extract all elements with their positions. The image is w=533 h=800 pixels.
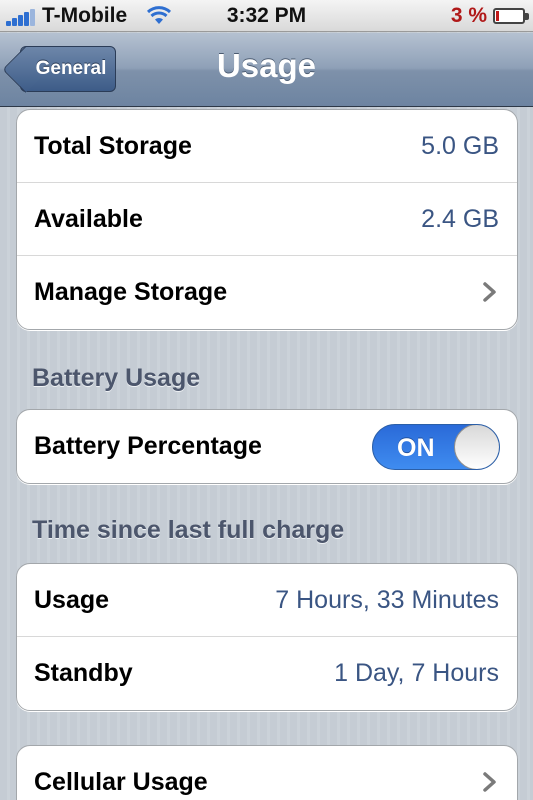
battery-icon xyxy=(493,8,529,24)
usage-value: 7 Hours, 33 Minutes xyxy=(275,586,499,614)
page-title: Usage xyxy=(216,47,317,84)
status-bar: T-Mobile 3:32 PM 3 % xyxy=(0,0,533,32)
cellular-usage-label: Cellular Usage xyxy=(34,768,208,796)
available-label: Available xyxy=(34,205,143,233)
standby-value: 1 Day, 7 Hours xyxy=(334,659,499,687)
battery-percentage: 3 % xyxy=(450,4,487,27)
available-row: Available 2.4 GB xyxy=(17,183,517,256)
manage-storage-label: Manage Storage xyxy=(34,278,228,306)
usage-label: Usage xyxy=(34,586,110,614)
manage-storage-row[interactable]: Manage Storage xyxy=(17,256,517,329)
chevron-right-icon xyxy=(483,772,496,792)
total-storage-label: Total Storage xyxy=(34,132,192,160)
total-storage-value: 5.0 GB xyxy=(421,132,499,160)
standby-row: Standby 1 Day, 7 Hours xyxy=(17,637,517,710)
storage-group: Total Storage 5.0 GB Available 2.4 GB Ma… xyxy=(16,109,518,330)
cellular-usage-row[interactable]: Cellular Usage xyxy=(17,746,517,800)
chevron-right-icon xyxy=(483,282,496,302)
navigation-bar: General Usage xyxy=(0,33,533,107)
standby-label: Standby xyxy=(34,659,133,687)
battery-percentage-row: Battery Percentage ON xyxy=(17,410,517,483)
battery-percentage-toggle[interactable]: ON xyxy=(372,424,500,470)
available-value: 2.4 GB xyxy=(421,205,499,233)
cellular-group: Cellular Usage xyxy=(16,745,518,800)
battery-level-fill xyxy=(496,11,499,21)
time-since-charge-group: Usage 7 Hours, 33 Minutes Standby 1 Day,… xyxy=(16,563,518,711)
total-storage-row: Total Storage 5.0 GB xyxy=(17,110,517,183)
toggle-knob xyxy=(454,425,499,469)
toggle-state-label: ON xyxy=(397,434,435,462)
battery-percentage-label: Battery Percentage xyxy=(34,432,262,460)
usage-row: Usage 7 Hours, 33 Minutes xyxy=(17,564,517,637)
battery-group: Battery Percentage ON xyxy=(16,409,518,484)
time-since-charge-header: Time since last full charge xyxy=(32,516,345,544)
battery-usage-header: Battery Usage xyxy=(32,364,201,392)
